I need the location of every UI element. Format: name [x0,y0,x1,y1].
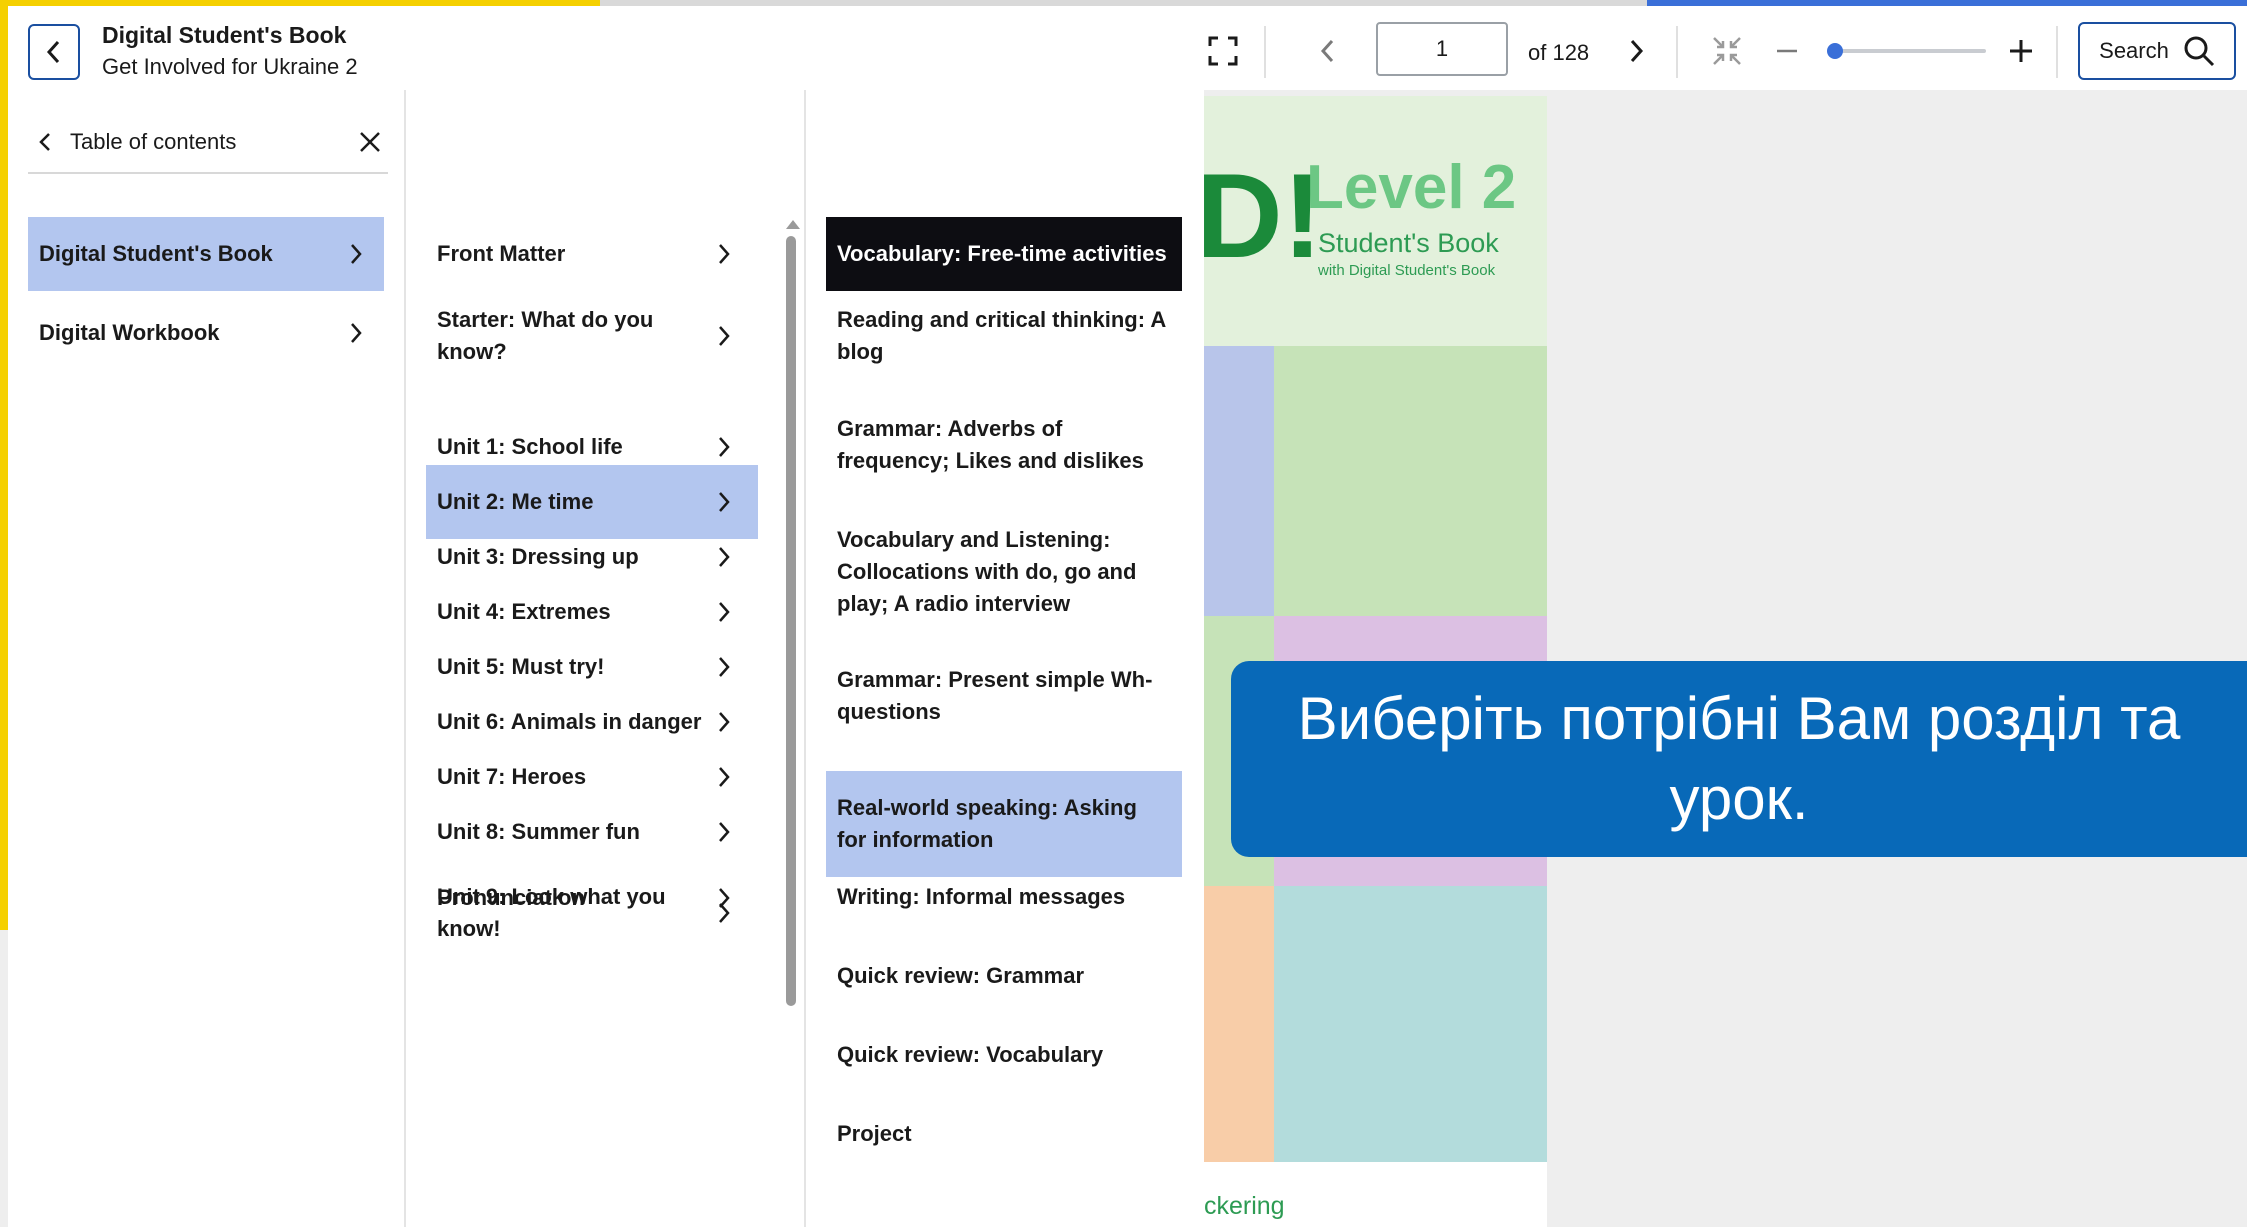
fit-page-button[interactable] [1708,32,1746,70]
chevron-right-icon [706,435,742,459]
cover-block [1274,886,1547,1162]
cover-logo: D! [1204,149,1323,283]
page-total: of 128 [1528,40,1590,65]
cover-author: ckering [1204,1192,1285,1220]
fullscreen-icon [1208,36,1238,66]
toc-lesson-label: Writing: Informal messages [837,884,1126,909]
toc-lesson-label: Reading and critical thinking: A blog [837,307,1166,364]
cover-book-type: Student's Book [1318,228,1499,258]
chevron-left-icon [46,40,60,64]
toc-unit-label: Unit 2: Me time [437,489,594,514]
plus-icon [2010,40,2032,62]
zoom-in-button[interactable] [2004,34,2038,68]
back-button[interactable] [28,24,80,80]
toc-lesson-item[interactable]: Reading and critical thinking: A blog [826,283,1182,389]
toc-book-item[interactable]: Digital Student's Book [28,217,384,291]
toc-lesson-item[interactable]: Writing: Informal messages [826,860,1182,934]
scroll-up-arrow[interactable] [786,220,800,229]
chevron-right-icon [706,600,742,624]
book-subtitle: Get Involved for Ukraine 2 [102,54,358,79]
book-title: Digital Student's Book [102,22,347,48]
chevron-right-icon [1630,39,1644,63]
chevron-left-icon [1320,39,1334,63]
top-toolbar: Digital Student's Book Get Involved for … [8,6,2247,90]
toc-unit-item[interactable]: Starter: What do you know? [426,283,758,389]
chevron-right-icon [706,765,742,789]
cover-block [1204,886,1274,1162]
toc-unit-label: Unit 7: Heroes [437,764,587,789]
close-icon[interactable] [358,130,382,154]
toc-lesson-label: Grammar: Present simple Wh-questions [837,667,1153,724]
toc-lesson-item[interactable]: Vocabulary and Listening: Collocations w… [826,502,1182,642]
toc-lesson-label: Real-world speaking: Asking for informat… [837,795,1137,852]
chevron-left-icon[interactable] [38,131,52,153]
toc-lesson-item[interactable]: Vocabulary: Free-time activities [826,217,1182,291]
chevron-right-icon [706,324,742,348]
toc-lesson-item[interactable]: Project [826,1097,1182,1171]
search-button[interactable]: Search [2078,22,2236,80]
toc-lesson-item[interactable]: Quick review: Vocabulary [826,1018,1182,1092]
chevron-right-icon [706,820,742,844]
toc-lesson-item[interactable]: Quick review: Grammar [826,939,1182,1013]
chevron-right-icon [706,490,742,514]
cover-block [1204,346,1274,616]
collapse-icon [1713,37,1741,65]
toc-lesson-label: Project [837,1121,912,1146]
chevron-right-icon [338,321,374,345]
cover-block [1274,346,1547,616]
toc-unit-item[interactable]: Unit 8: Summer fun [426,795,758,869]
toc-unit-label: Pronunciation [437,885,585,910]
next-page-button[interactable] [1618,32,1654,70]
toc-units-panel: Front Matter Starter: What do you know? Un… [406,90,806,1227]
previous-page-button[interactable] [1310,32,1346,70]
chevron-right-icon [338,242,374,266]
toc-lesson-label: Vocabulary: Free-time activities [837,241,1167,266]
toc-unit-label: Starter: What do you know? [437,307,654,364]
toc-lesson-label: Quick review: Vocabulary [837,1042,1104,1067]
toc-lesson-label: Grammar: Adverbs of frequency; Likes and… [837,416,1144,473]
minus-icon [1777,49,1797,53]
zoom-slider[interactable] [1834,49,1986,53]
toc-book-label: Digital Student's Book [39,241,273,266]
toc-lesson-label: Quick review: Grammar [837,963,1085,988]
fullscreen-button[interactable] [1204,32,1242,70]
chevron-right-icon [706,655,742,679]
toc-unit-item[interactable]: Front Matter [426,217,758,291]
search-label: Search [2099,38,2169,63]
toc-unit-label: Unit 8: Summer fun [437,819,640,844]
toolbar-divider [1676,26,1678,78]
toc-header: Table of contents [28,112,388,174]
chevron-right-icon [706,886,742,910]
page-number-input[interactable] [1376,22,1508,76]
toc-unit-item[interactable]: Pronunciation [426,861,758,935]
toc-lessons-panel: Vocabulary: Free-time activities Reading … [806,90,1204,1227]
instruction-callout: Виберіть потрібні Вам розділ та урок. [1231,661,2247,857]
toolbar-divider [2056,26,2058,78]
toc-unit-label: Unit 6: Animals in danger [437,709,702,734]
toc-lesson-label: Vocabulary and Listening: Collocations w… [837,527,1137,616]
toc-title: Table of contents [70,129,237,154]
toc-book-item[interactable]: Digital Workbook [28,296,384,370]
toc-book-label: Digital Workbook [39,320,220,345]
frame-accent-yellow-left [0,0,8,930]
zoom-slider-handle[interactable] [1827,43,1843,59]
toolbar-divider [1264,26,1266,78]
zoom-out-button[interactable] [1772,36,1802,66]
search-icon [2184,36,2214,67]
toc-lesson-item[interactable]: Grammar: Present simple Wh-questions [826,643,1182,749]
chevron-right-icon [706,710,742,734]
toc-unit-label: Unit 1: School life [437,434,623,459]
cover-with-text: with Digital Student's Book [1318,262,1496,279]
toc-unit-label: Unit 4: Extremes [437,599,611,624]
cover-level: Level 2 [1306,153,1517,222]
chevron-right-icon [706,242,742,266]
toc-lesson-item[interactable]: Grammar: Adverbs of frequency; Likes and… [826,392,1182,498]
toc-unit-label: Unit 3: Dressing up [437,544,639,569]
toc-unit-label: Unit 5: Must try! [437,654,605,679]
chevron-right-icon [706,545,742,569]
toc-books-panel: Table of contents Digital Student's Book… [8,90,406,1227]
toc-unit-label: Front Matter [437,241,566,266]
scrollbar-thumb[interactable] [786,236,796,1006]
